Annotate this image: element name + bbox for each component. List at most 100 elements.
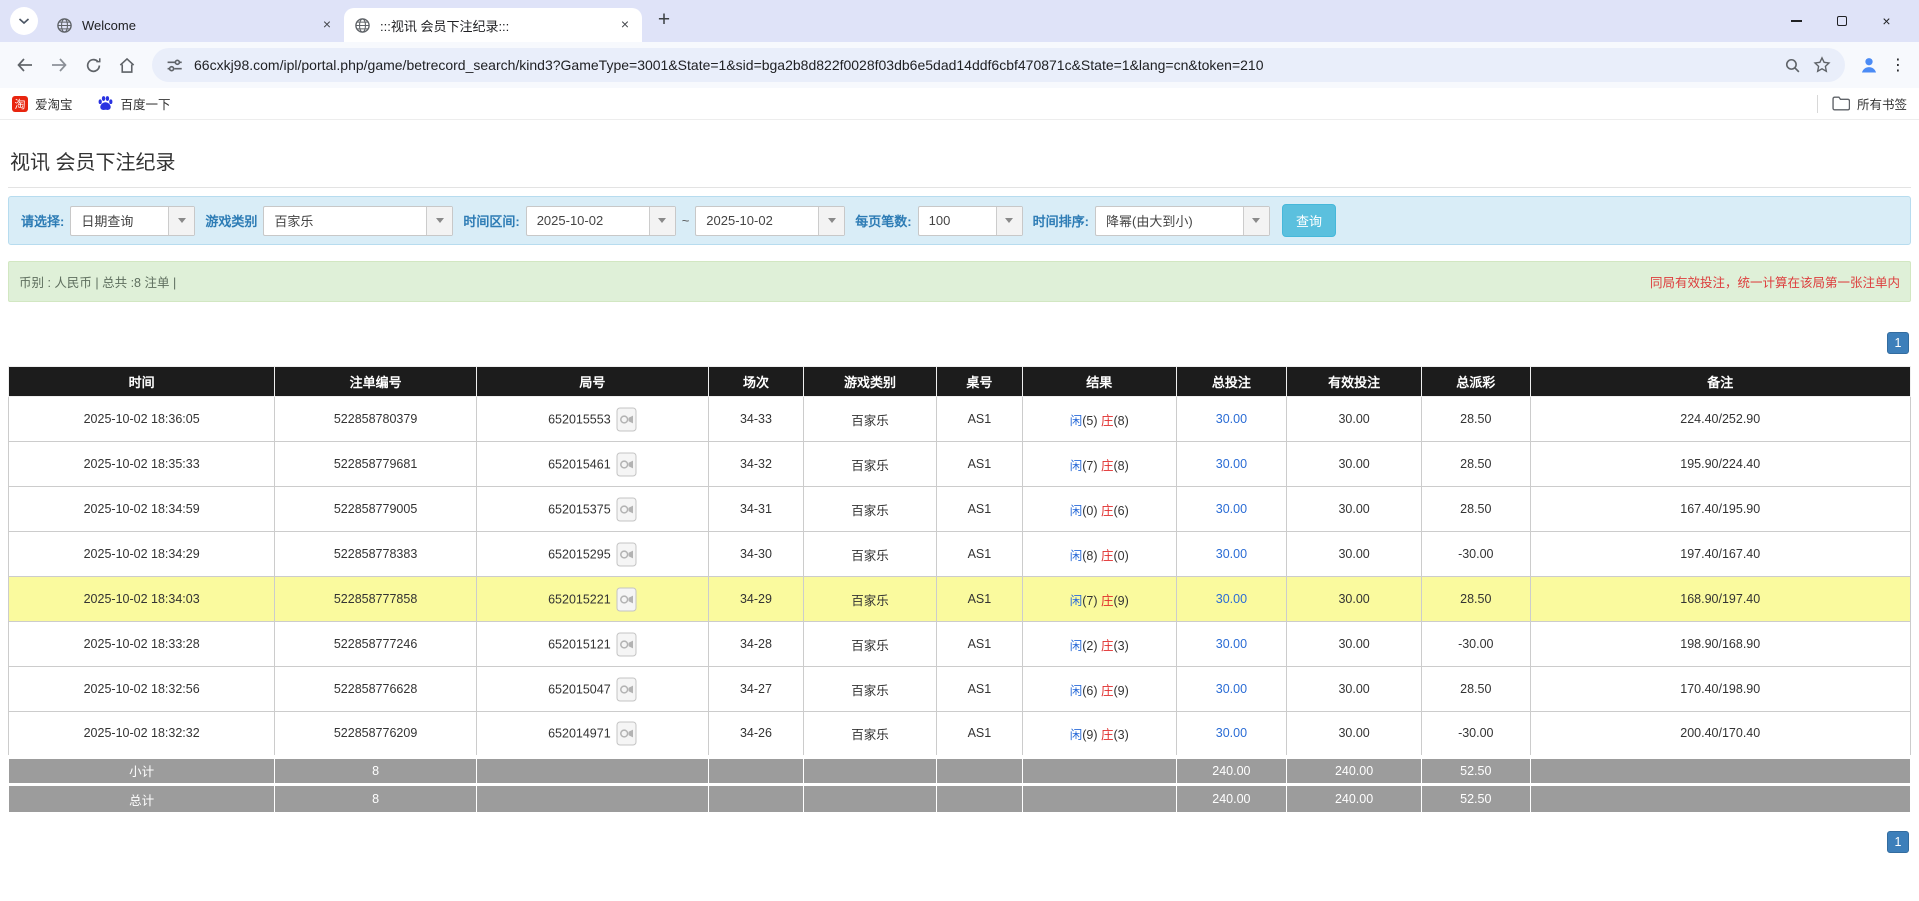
round-number: 652015461 (548, 457, 611, 471)
video-replay-icon[interactable] (616, 587, 637, 612)
cell-note: 170.40/198.90 (1530, 667, 1911, 712)
cell-payout: -30.00 (1422, 532, 1530, 577)
time-range-label: 时间区间: (463, 211, 519, 230)
browser-menu-icon[interactable]: ⋮ (1885, 55, 1911, 75)
profile-icon[interactable] (1853, 49, 1885, 81)
page-button[interactable]: 1 (1887, 831, 1909, 853)
table-row: 2025-10-02 18:34:29522858778383652015295… (9, 532, 1911, 577)
cell-valid-bet: 30.00 (1287, 622, 1422, 667)
result-banker-label: 庄 (1101, 459, 1114, 473)
result-banker-label: 庄 (1101, 414, 1114, 428)
close-tab-icon[interactable]: × (318, 16, 336, 34)
summary-cell: 240.00 (1287, 785, 1422, 813)
video-replay-icon[interactable] (616, 721, 637, 746)
cell-result: 闲(0) 庄(6) (1022, 487, 1176, 532)
cell-result: 闲(5) 庄(8) (1022, 397, 1176, 442)
cell-note: 168.90/197.40 (1530, 577, 1911, 622)
summary-cell (708, 785, 803, 813)
result-player-label: 闲 (1070, 459, 1083, 473)
total-bet-link[interactable]: 30.00 (1216, 682, 1247, 696)
tab-betrecord[interactable]: :::视讯 会员下注纪录::: × (344, 8, 642, 42)
bookmark-label: 百度一下 (121, 94, 171, 113)
browser-window: Welcome × :::视讯 会员下注纪录::: × + × 66cxkj98… (0, 0, 1919, 853)
select-label: 请选择: (21, 211, 64, 230)
summary-cell (708, 757, 803, 785)
bookmark-baidu[interactable]: 百度一下 (97, 94, 171, 113)
video-replay-icon[interactable] (616, 632, 637, 657)
tab-search-button[interactable] (10, 7, 38, 35)
cell-valid-bet: 30.00 (1287, 487, 1422, 532)
table-row: 2025-10-02 18:35:33522858779681652015461… (9, 442, 1911, 487)
game-type-select[interactable]: 百家乐 (263, 206, 453, 236)
total-row: 总计8240.00240.0052.50 (9, 785, 1911, 813)
query-type-select[interactable]: 日期查询 (70, 206, 195, 236)
cell-table-number: AS1 (937, 667, 1023, 712)
result-banker-score: (8) (1113, 459, 1128, 473)
all-bookmarks[interactable]: 所有书签 (1817, 94, 1907, 113)
url-text[interactable]: 66cxkj98.com/ipl/portal.php/game/betreco… (194, 57, 1772, 73)
bet-records-table: 时间 注单编号 局号 场次 游戏类别 桌号 结果 总投注 有效投注 总派彩 备注… (8, 366, 1911, 813)
new-tab-button[interactable]: + (652, 8, 676, 32)
result-banker-score: (3) (1113, 639, 1128, 653)
total-bet-link[interactable]: 30.00 (1216, 457, 1247, 471)
total-bet-link[interactable]: 30.00 (1216, 547, 1247, 561)
browser-toolbar: 66cxkj98.com/ipl/portal.php/game/betreco… (0, 42, 1919, 88)
pagination-bottom: 1 (8, 831, 1911, 853)
baidu-icon (97, 95, 114, 112)
video-replay-icon[interactable] (616, 542, 637, 567)
cell-bet-number: 522858780379 (275, 397, 477, 442)
cell-session: 34-29 (708, 577, 803, 622)
video-replay-icon[interactable] (616, 677, 637, 702)
video-replay-icon[interactable] (616, 452, 637, 477)
per-page-select[interactable]: 100 (918, 206, 1023, 236)
cell-table-number: AS1 (937, 442, 1023, 487)
query-button[interactable]: 查询 (1282, 204, 1336, 237)
divider (1817, 95, 1818, 113)
date-to-select[interactable]: 2025-10-02 (695, 206, 845, 236)
cell-valid-bet: 30.00 (1287, 667, 1422, 712)
total-bet-link[interactable]: 30.00 (1216, 502, 1247, 516)
home-icon[interactable] (110, 48, 144, 82)
maximize-button[interactable] (1819, 0, 1864, 42)
zoom-icon[interactable] (1784, 57, 1801, 74)
sort-value: 降幂(由大到小) (1096, 207, 1243, 235)
site-settings-icon[interactable] (166, 57, 183, 74)
result-player-label: 闲 (1070, 504, 1083, 518)
summary-cell (804, 785, 937, 813)
reload-icon[interactable] (76, 48, 110, 82)
globe-icon (56, 17, 73, 34)
result-banker-label: 庄 (1101, 684, 1114, 698)
video-replay-icon[interactable] (616, 407, 637, 432)
bookmark-star-icon[interactable] (1813, 56, 1831, 74)
date-from-select[interactable]: 2025-10-02 (526, 206, 676, 236)
total-bet-link[interactable]: 30.00 (1216, 412, 1247, 426)
address-bar[interactable]: 66cxkj98.com/ipl/portal.php/game/betreco… (152, 48, 1845, 82)
round-number: 652014971 (548, 726, 611, 740)
cell-round-number: 652015295 (476, 532, 708, 577)
total-bet-link[interactable]: 30.00 (1216, 637, 1247, 651)
pagination-top: 1 (8, 332, 1911, 354)
forward-icon[interactable] (42, 48, 76, 82)
chevron-down-icon (168, 207, 194, 235)
tab-welcome[interactable]: Welcome × (46, 8, 344, 42)
close-window-button[interactable]: × (1864, 0, 1909, 42)
result-player-score: (0) (1082, 504, 1097, 518)
sort-select[interactable]: 降幂(由大到小) (1095, 206, 1270, 236)
total-bet-link[interactable]: 30.00 (1216, 592, 1247, 606)
cell-session: 34-33 (708, 397, 803, 442)
cell-valid-bet: 30.00 (1287, 712, 1422, 757)
close-tab-icon[interactable]: × (616, 16, 634, 34)
info-bar: 币别 : 人民币 | 总共 :8 注单 | 同局有效投注，统一计算在该局第一张注… (8, 261, 1911, 302)
cell-valid-bet: 30.00 (1287, 577, 1422, 622)
folder-icon (1832, 96, 1850, 111)
cell-valid-bet: 30.00 (1287, 442, 1422, 487)
video-replay-icon[interactable] (616, 497, 637, 522)
cell-result: 闲(7) 庄(9) (1022, 577, 1176, 622)
result-banker-score: (0) (1113, 549, 1128, 563)
bookmark-taobao[interactable]: 淘 爱淘宝 (12, 94, 73, 113)
summary-cell (476, 785, 708, 813)
back-icon[interactable] (8, 48, 42, 82)
total-bet-link[interactable]: 30.00 (1216, 726, 1247, 740)
page-button[interactable]: 1 (1887, 332, 1909, 354)
minimize-button[interactable] (1774, 0, 1819, 42)
